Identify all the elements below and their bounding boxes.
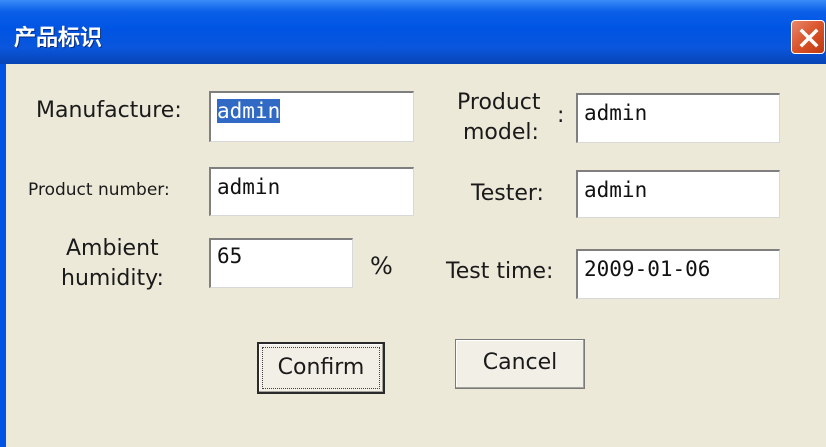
test-time-label: Test time: — [446, 259, 554, 284]
tester-input[interactable]: admin — [576, 170, 780, 218]
humidity-label-line1: Ambient — [66, 236, 159, 261]
title-bar[interactable]: 产品标识 — [0, 0, 826, 64]
cancel-label: Cancel — [482, 350, 558, 375]
humidity-unit: % — [370, 252, 393, 280]
product-id-dialog: 产品标识 Manufacture: admin Product model: :… — [0, 0, 826, 447]
window-title: 产品标识 — [14, 26, 103, 51]
manufacture-label: Manufacture: — [36, 98, 182, 123]
humidity-value: 65 — [217, 244, 243, 268]
tester-label: Tester: — [471, 181, 544, 206]
close-button[interactable] — [791, 20, 825, 54]
product-model-colon: : — [557, 103, 565, 128]
test-time-input[interactable]: 2009-01-06 — [576, 249, 780, 299]
product-model-label-line1: Product — [457, 90, 541, 115]
manufacture-input[interactable]: admin — [209, 91, 414, 142]
product-number-label: Product number: — [28, 180, 170, 200]
humidity-label-line2: humidity: — [61, 266, 164, 291]
product-number-value: admin — [217, 175, 281, 199]
product-model-label-line2: model: — [463, 120, 539, 145]
humidity-input[interactable]: 65 — [209, 238, 353, 288]
cancel-button[interactable]: Cancel — [455, 339, 585, 389]
tester-value: admin — [584, 178, 648, 202]
product-number-input[interactable]: admin — [209, 167, 414, 216]
window-left-border — [0, 64, 6, 447]
test-time-value: 2009-01-06 — [584, 257, 711, 281]
product-model-value: admin — [584, 101, 648, 125]
product-model-input[interactable]: admin — [576, 93, 780, 143]
close-icon — [799, 28, 819, 48]
confirm-button[interactable]: Confirm — [257, 342, 385, 394]
manufacture-value: admin — [217, 99, 281, 123]
focus-ring — [262, 347, 380, 389]
